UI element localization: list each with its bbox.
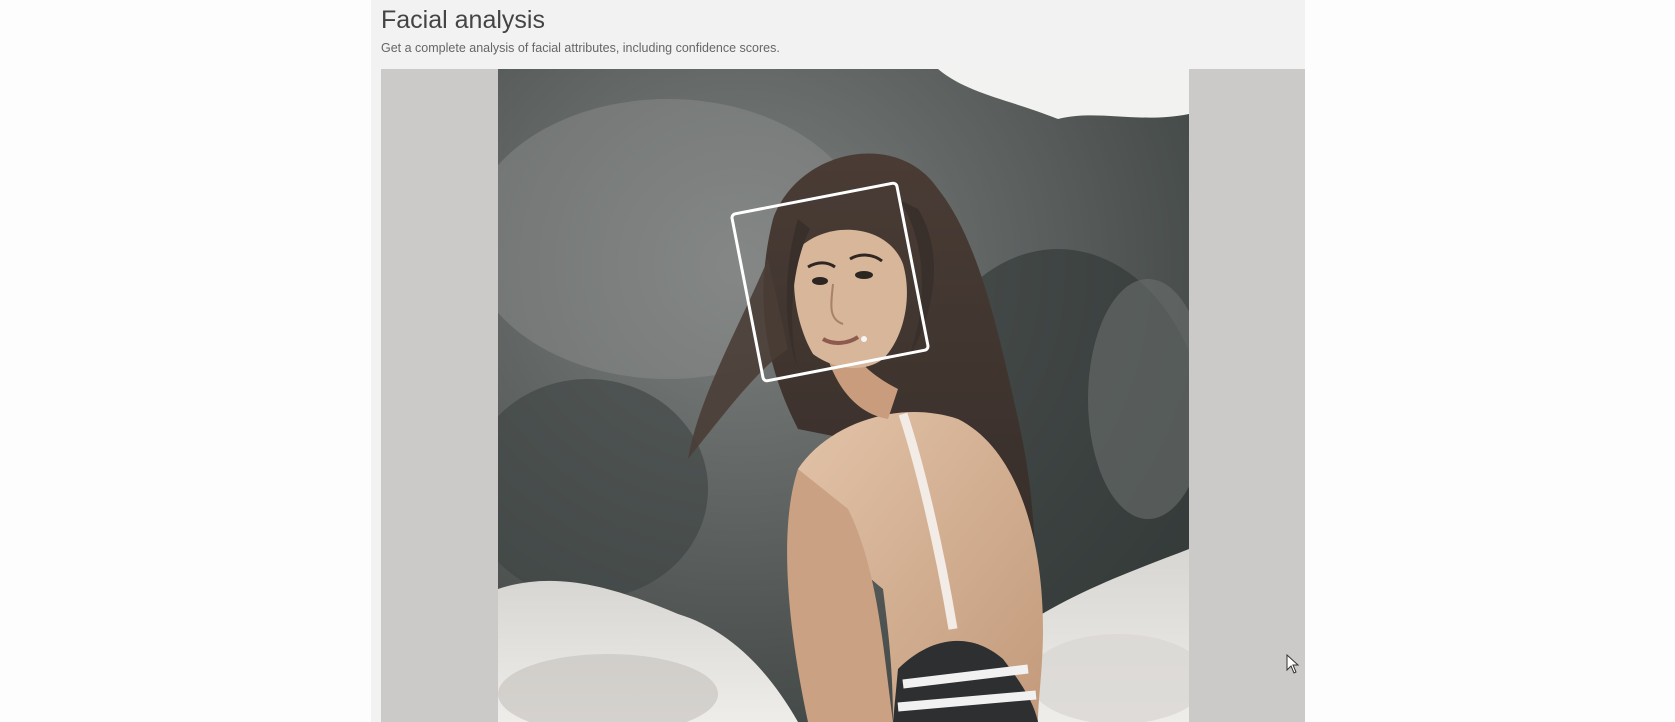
page-title: Facial analysis [381, 6, 545, 34]
image-stage [381, 69, 1305, 722]
face [793, 229, 907, 369]
analyzed-photo[interactable] [498, 69, 1189, 722]
page-subtitle: Get a complete analysis of facial attrib… [381, 41, 780, 55]
mouse-cursor-icon [1286, 653, 1300, 674]
